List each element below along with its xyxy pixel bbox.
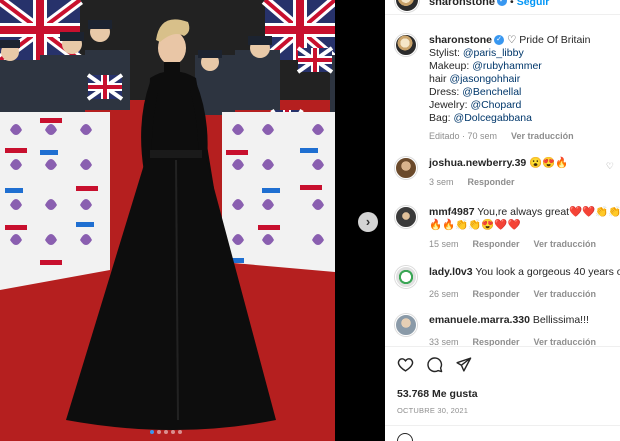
caption-line-label: Bag:	[429, 112, 454, 124]
commenter-avatar[interactable]	[395, 157, 417, 179]
heart-outline-icon: ♡	[506, 34, 517, 46]
separator-dot: •	[510, 0, 514, 8]
comment-text: You,re always great❤️❤️👏👏	[477, 206, 620, 218]
caption-line-label: Dress:	[429, 86, 463, 98]
comment-time: 15 sem	[429, 239, 459, 249]
post-date: OCTUBRE 30, 2021	[397, 406, 469, 415]
author-avatar[interactable]	[395, 0, 419, 12]
comment-time: 3 sem	[429, 177, 454, 187]
comment-text: 😮😍🔥	[529, 157, 569, 169]
comment-bubble-icon[interactable]	[426, 356, 443, 373]
like-heart-icon[interactable]	[397, 356, 414, 373]
comment-text-continued: 🔥🔥👏👏😍❤️❤️	[429, 219, 521, 231]
verified-badge-icon: ✓	[497, 0, 508, 6]
carousel-dot	[150, 430, 154, 434]
reply-button[interactable]: Responder	[468, 177, 515, 187]
actions-divider	[385, 346, 620, 347]
carousel-dots	[150, 430, 182, 434]
caption-line-label: Makeup:	[429, 60, 473, 72]
commenter-username[interactable]: mmf4987	[429, 206, 475, 218]
commenter-avatar[interactable]	[395, 206, 417, 228]
header-divider	[385, 14, 620, 15]
comment-item: mmf4987 You,re always great❤️❤️👏👏 🔥🔥👏👏😍❤…	[395, 206, 620, 251]
caption-line-label: Jewelry:	[429, 99, 471, 111]
post-header: sharonstone ✓ • Seguir	[385, 0, 620, 14]
comment-time: 26 sem	[429, 289, 459, 299]
comment-text: Bellissima!!!	[532, 314, 589, 326]
follow-button[interactable]: Seguir	[517, 0, 550, 8]
commenter-avatar[interactable]	[395, 266, 417, 288]
post-photo[interactable]: ›	[0, 0, 385, 441]
mention-link[interactable]: @paris_libby	[463, 47, 524, 59]
comment-text: You look a gorgeous 40 years old	[475, 266, 620, 278]
caption-line-label: hair	[429, 73, 450, 85]
author-username[interactable]: sharonstone	[429, 0, 495, 8]
post-actions	[397, 356, 472, 373]
commenter-username[interactable]: lady.l0v3	[429, 266, 473, 278]
share-send-icon[interactable]	[455, 356, 472, 373]
translate-link[interactable]: Ver traducción	[534, 239, 597, 249]
carousel-dot	[178, 430, 182, 434]
caption-author[interactable]: sharonstone	[429, 34, 492, 46]
author-avatar[interactable]	[395, 34, 417, 56]
translate-link[interactable]: Ver traducción	[534, 289, 597, 299]
commenter-username[interactable]: joshua.newberry.39	[429, 157, 526, 169]
mention-link[interactable]: @jasongohhair	[449, 73, 520, 85]
translate-link[interactable]: Ver traducción	[511, 131, 574, 141]
caption-edited-time: Editado · 70 sem	[429, 131, 498, 141]
mention-link[interactable]: @Benchellal	[462, 86, 521, 98]
comment-item: joshua.newberry.39 😮😍🔥 3 sem Responder ♡	[395, 157, 620, 189]
caption-title: Pride Of Britain	[519, 34, 591, 46]
carousel-dot	[164, 430, 168, 434]
carousel-dot	[171, 430, 175, 434]
photo-illustration	[0, 0, 385, 441]
commenter-username[interactable]: emanuele.marra.330	[429, 314, 530, 326]
commenter-avatar[interactable]	[395, 314, 417, 336]
post-caption: sharonstone ✓ ♡ Pride Of Britain Stylist:…	[395, 34, 620, 143]
emoji-smiley-icon[interactable]	[397, 433, 413, 441]
mention-link[interactable]: @rubyhammer	[472, 60, 542, 72]
like-comment-heart-icon[interactable]: ♡	[606, 161, 614, 172]
verified-badge-icon: ✓	[494, 35, 505, 46]
comment-item: lady.l0v3 You look a gorgeous 40 years o…	[395, 266, 620, 301]
reply-button[interactable]: Responder	[473, 239, 520, 249]
caption-line-label: Stylist:	[429, 47, 463, 59]
comment-item: emanuele.marra.330 Bellissima!!! 33 sem R…	[395, 314, 620, 349]
carousel-next-button[interactable]: ›	[358, 212, 378, 232]
likes-count[interactable]: 53.768 Me gusta	[397, 388, 478, 400]
mention-link[interactable]: @Dolcegabbana	[454, 112, 532, 124]
mention-link[interactable]: @Chopard	[470, 99, 521, 111]
post-side-panel: sharonstone ✓ • Seguir sharonstone ✓ ♡ Pr…	[385, 0, 620, 441]
comment-box-divider	[385, 425, 620, 426]
reply-button[interactable]: Responder	[473, 289, 520, 299]
carousel-dot	[157, 430, 161, 434]
